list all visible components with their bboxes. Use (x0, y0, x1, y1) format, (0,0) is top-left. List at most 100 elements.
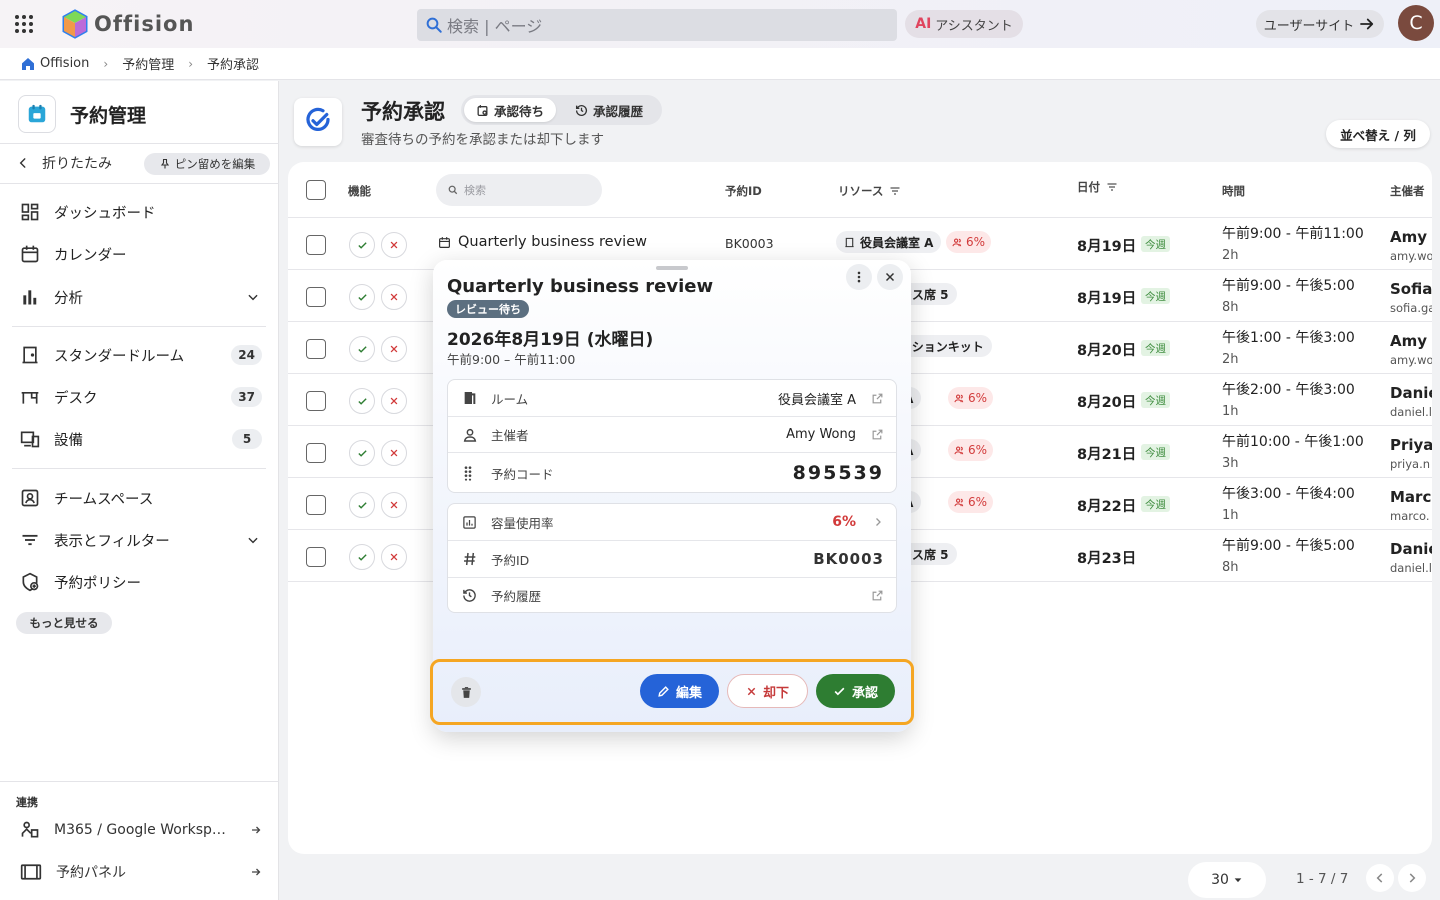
dashboard-icon (20, 202, 40, 222)
filter-icon[interactable] (889, 185, 901, 197)
sort-columns-button[interactable]: 並べ替え / 列 (1326, 120, 1430, 148)
row-checkbox[interactable] (306, 339, 326, 359)
edit-pins-button[interactable]: ピン留めを編集 (144, 153, 270, 175)
page-size-select[interactable]: 30 (1188, 862, 1266, 898)
sidebar-item-equipment[interactable]: 設備 5 (20, 425, 266, 453)
prev-page-button[interactable] (1366, 864, 1394, 892)
column-header-actions: 機能 (348, 184, 371, 198)
check-icon (833, 685, 846, 698)
apps-grid-icon[interactable] (12, 12, 36, 36)
keypad-icon (462, 465, 478, 481)
ai-assistant-label: アシスタント (935, 18, 1013, 34)
sidebar-item-desks[interactable]: デスク 37 (20, 383, 266, 411)
column-header-time[interactable]: 時間 (1222, 183, 1245, 199)
detail-label: 容量使用率 (491, 515, 554, 531)
popover-date: 2026年8月19日 (水曜日) (447, 330, 654, 350)
row-checkbox[interactable] (306, 547, 326, 567)
popover-title: Quarterly business review (447, 276, 714, 297)
row-approve-button[interactable] (349, 336, 375, 362)
row-approve-button[interactable] (349, 284, 375, 310)
row-time: 午後3:00 - 午後4:00 (1222, 486, 1355, 502)
row-reject-button[interactable] (381, 544, 407, 570)
column-header-resource[interactable]: リソース (838, 183, 901, 199)
row-date: 8月21日 (1077, 447, 1137, 463)
row-checkbox[interactable] (306, 287, 326, 307)
sidebar-item-view-filter[interactable]: 表示とフィルター (20, 526, 266, 554)
row-reject-button[interactable] (381, 284, 407, 310)
tab-group: 承認待ち 承認履歴 (461, 95, 662, 125)
row-approve-button[interactable] (349, 388, 375, 414)
resource-chip[interactable]: 役員会議室 A (836, 231, 942, 253)
user-site-button[interactable]: ユーザーサイト (1256, 10, 1384, 38)
row-approve-button[interactable] (349, 492, 375, 518)
detail-label: 主催者 (491, 428, 529, 443)
show-more-button[interactable]: もっと見せる (16, 612, 112, 634)
detail-row-capacity[interactable]: 容量使用率 6% (448, 504, 896, 540)
equipment-icon (20, 429, 40, 449)
more-options-button[interactable] (846, 264, 872, 290)
close-button[interactable] (877, 264, 903, 290)
breadcrumb-item-reservations[interactable]: 予約管理 (122, 54, 174, 73)
row-title-text: Quarterly business review (458, 234, 647, 250)
analytics-icon (20, 287, 40, 307)
open-external-icon[interactable] (871, 392, 884, 405)
row-checkbox[interactable] (306, 495, 326, 515)
integration-m365-google[interactable]: M365 / Google Worksp… (20, 817, 266, 843)
detail-label: ルーム (491, 391, 529, 407)
edit-button[interactable]: 編集 (640, 674, 719, 708)
ai-assistant-button[interactable]: AI アシスタント (905, 10, 1023, 38)
row-checkbox[interactable] (306, 235, 326, 255)
user-avatar[interactable]: C (1398, 5, 1434, 41)
next-page-button[interactable] (1398, 864, 1426, 892)
collapse-button[interactable]: 折りたたみ (16, 153, 112, 173)
pin-icon (159, 158, 171, 170)
delete-button[interactable] (451, 677, 481, 707)
sidebar-item-dashboard[interactable]: ダッシュボード (20, 198, 266, 226)
column-header-date[interactable]: 日付 (1077, 179, 1118, 195)
row-reject-button[interactable] (381, 336, 407, 362)
row-host-email: daniel.l (1390, 405, 1432, 419)
app-logo[interactable]: Offision (62, 8, 194, 40)
row-title[interactable]: Quarterly business review (438, 234, 647, 250)
integration-reservation-panel[interactable]: 予約パネル (20, 859, 266, 885)
row-approve-button[interactable] (349, 544, 375, 570)
row-approve-button[interactable] (349, 232, 375, 258)
open-external-icon[interactable] (871, 428, 884, 441)
chevron-right-icon (872, 516, 884, 528)
select-all-checkbox[interactable] (306, 180, 326, 200)
resource-label: 役員会議室 A (860, 235, 934, 250)
row-reject-button[interactable] (381, 232, 407, 258)
table-search-placeholder: 検索 (464, 184, 486, 197)
row-reject-button[interactable] (381, 492, 407, 518)
top-bar: Offision 検索 | ページ AI アシスタント ユーザーサイト C (0, 0, 1440, 48)
approve-button[interactable]: 承認 (816, 674, 895, 708)
row-reject-button[interactable] (381, 388, 407, 414)
column-header-host[interactable]: 主催者 (1390, 183, 1425, 199)
sidebar-item-policy[interactable]: 予約ポリシー (20, 568, 266, 596)
row-checkbox[interactable] (306, 391, 326, 411)
breadcrumb-home[interactable]: Offision (20, 56, 89, 72)
global-search-input[interactable]: 検索 | ページ (417, 9, 897, 41)
row-reject-button[interactable] (381, 440, 407, 466)
sidebar-item-label: デスク (54, 390, 98, 407)
tab-history[interactable]: 承認履歴 (563, 98, 655, 122)
table-search-input[interactable]: 検索 (436, 174, 602, 206)
sidebar-item-calendar[interactable]: カレンダー (20, 240, 266, 268)
detail-row-history[interactable]: 予約履歴 (448, 577, 896, 613)
breadcrumb-item-approval[interactable]: 予約承認 (207, 54, 259, 73)
drag-handle[interactable] (656, 266, 688, 270)
x-icon (389, 552, 399, 562)
row-checkbox[interactable] (306, 443, 326, 463)
tab-pending[interactable]: 承認待ち (464, 98, 557, 122)
filter-icon[interactable] (1106, 181, 1118, 193)
open-external-icon[interactable] (871, 589, 884, 602)
sidebar-item-team-space[interactable]: チームスペース (20, 484, 266, 512)
column-header-id[interactable]: 予約ID (725, 183, 762, 199)
sidebar-item-standard-rooms[interactable]: スタンダードルーム 24 (20, 341, 266, 369)
row-approve-button[interactable] (349, 440, 375, 466)
sidebar-item-analytics[interactable]: 分析 (20, 283, 266, 311)
capacity-value: 6% (968, 495, 988, 509)
detail-row-host: 主催者 Amy Wong (448, 416, 896, 452)
reject-button[interactable]: 却下 (727, 674, 808, 708)
capacity-badge: 6% (946, 231, 992, 253)
